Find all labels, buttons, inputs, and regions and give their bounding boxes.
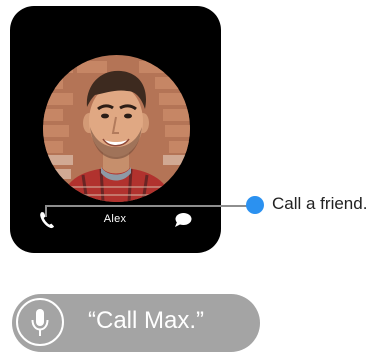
microphone-button[interactable]	[16, 298, 64, 346]
callout-leader-line	[45, 205, 255, 207]
watch-screen: Alex	[10, 6, 221, 253]
contact-avatar[interactable]	[43, 55, 190, 202]
siri-prompt-pill[interactable]: “Call Max.”	[12, 294, 260, 352]
siri-command-text: “Call Max.”	[88, 307, 205, 334]
watch-action-bar: Alex	[10, 206, 221, 236]
microphone-icon	[31, 309, 49, 336]
callout-label: Call a friend.	[272, 194, 368, 213]
phone-icon[interactable]	[39, 211, 55, 229]
message-bubble-icon[interactable]	[174, 212, 192, 228]
contact-name: Alex	[103, 213, 127, 225]
callout-dot	[246, 196, 264, 214]
contact-photo	[43, 55, 190, 202]
